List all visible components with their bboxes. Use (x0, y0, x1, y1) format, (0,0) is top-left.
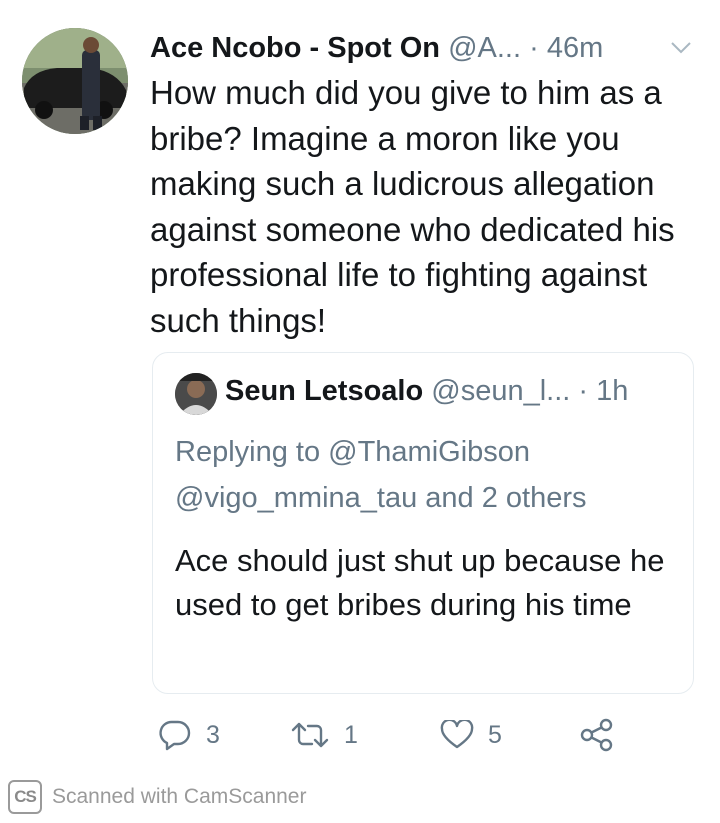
replying-to-line-2[interactable]: @vigo_mmina_tau and 2 others (175, 475, 675, 521)
retweet-icon (291, 722, 329, 748)
share-icon (580, 718, 613, 752)
reply-icon (159, 720, 191, 751)
tweet-actions: 3 1 5 (150, 710, 670, 760)
quoted-separator-dot: · (578, 375, 589, 407)
reply-button[interactable]: 3 (158, 710, 220, 760)
quoted-author-avatar[interactable] (175, 373, 217, 415)
chevron-down-icon[interactable] (670, 40, 692, 56)
separator-dot: · (529, 32, 539, 64)
share-button[interactable] (580, 710, 614, 760)
like-count: 5 (488, 720, 502, 749)
replying-to-line-1[interactable]: Replying to @ThamiGibson (175, 429, 675, 475)
replying-to: Replying to @ThamiGibson @vigo_mmina_tau… (175, 429, 675, 521)
quoted-tweet[interactable]: Seun Letsoalo @seun_l... · 1h Replying t… (152, 352, 694, 694)
tweet-timestamp[interactable]: 46m (547, 32, 603, 64)
quoted-author-name[interactable]: Seun Letsoalo (225, 375, 423, 407)
avatar-photo-icon (22, 28, 128, 134)
watermark-text: Scanned with CamScanner (52, 785, 307, 808)
like-button[interactable]: 5 (440, 710, 502, 760)
author-handle[interactable]: @A... (448, 32, 521, 64)
quoted-tweet-timestamp[interactable]: 1h (596, 375, 628, 407)
reply-count: 3 (206, 720, 220, 749)
quoted-tweet-text: Ace should just shut up because he used … (175, 543, 665, 622)
camscanner-logo-icon: CS (8, 780, 42, 814)
quoted-avatar-photo-icon (175, 373, 217, 415)
tweet-text: How much did you give to him as a bribe?… (150, 74, 675, 339)
tweet-header: Ace Ncobo - Spot On @A... · 46m (150, 30, 700, 70)
author-name[interactable]: Ace Ncobo - Spot On (150, 32, 440, 64)
quoted-tweet-header: Seun Letsoalo @seun_l... · 1h (225, 373, 685, 409)
tweet[interactable]: Ace Ncobo - Spot On @A... · 46m How much… (0, 0, 720, 823)
retweet-button[interactable]: 1 (290, 710, 358, 760)
quoted-author-handle[interactable]: @seun_l... (431, 375, 570, 407)
camscanner-watermark: CS Scanned with CamScanner (8, 778, 306, 816)
author-avatar[interactable] (22, 28, 128, 134)
retweet-count: 1 (344, 720, 358, 749)
heart-icon (440, 720, 474, 749)
